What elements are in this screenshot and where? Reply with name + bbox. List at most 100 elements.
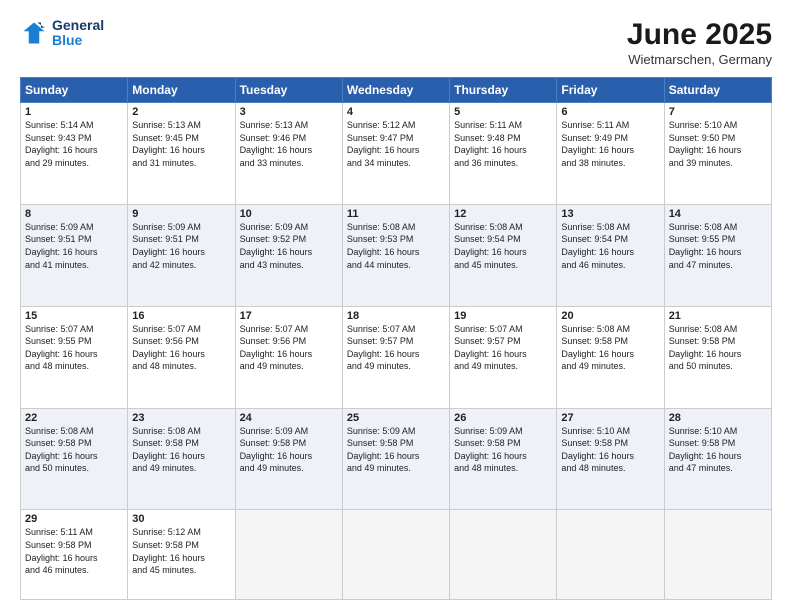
- day-cell: 22Sunrise: 5:08 AM Sunset: 9:58 PM Dayli…: [21, 408, 128, 510]
- day-cell: 10Sunrise: 5:09 AM Sunset: 9:52 PM Dayli…: [235, 204, 342, 306]
- day-cell: 27Sunrise: 5:10 AM Sunset: 9:58 PM Dayli…: [557, 408, 664, 510]
- day-number: 3: [240, 106, 338, 118]
- day-info: Sunrise: 5:09 AM Sunset: 9:58 PM Dayligh…: [240, 425, 338, 475]
- day-info: Sunrise: 5:08 AM Sunset: 9:53 PM Dayligh…: [347, 221, 445, 271]
- day-number: 17: [240, 310, 338, 322]
- day-info: Sunrise: 5:14 AM Sunset: 9:43 PM Dayligh…: [25, 119, 123, 169]
- day-cell: [664, 510, 771, 600]
- day-cell: 13Sunrise: 5:08 AM Sunset: 9:54 PM Dayli…: [557, 204, 664, 306]
- day-number: 22: [25, 412, 123, 424]
- col-header-sunday: Sunday: [21, 78, 128, 103]
- logo-line1: General: [52, 18, 104, 33]
- day-cell: [557, 510, 664, 600]
- day-info: Sunrise: 5:12 AM Sunset: 9:58 PM Dayligh…: [132, 526, 230, 576]
- day-number: 14: [669, 208, 767, 220]
- day-cell: 7Sunrise: 5:10 AM Sunset: 9:50 PM Daylig…: [664, 103, 771, 205]
- day-info: Sunrise: 5:08 AM Sunset: 9:58 PM Dayligh…: [561, 323, 659, 373]
- day-number: 13: [561, 208, 659, 220]
- day-cell: [342, 510, 449, 600]
- day-cell: 8Sunrise: 5:09 AM Sunset: 9:51 PM Daylig…: [21, 204, 128, 306]
- day-cell: 17Sunrise: 5:07 AM Sunset: 9:56 PM Dayli…: [235, 306, 342, 408]
- header: General Blue June 2025 Wietmarschen, Ger…: [20, 18, 772, 67]
- day-cell: 12Sunrise: 5:08 AM Sunset: 9:54 PM Dayli…: [450, 204, 557, 306]
- day-info: Sunrise: 5:10 AM Sunset: 9:58 PM Dayligh…: [669, 425, 767, 475]
- day-info: Sunrise: 5:09 AM Sunset: 9:58 PM Dayligh…: [347, 425, 445, 475]
- day-cell: 15Sunrise: 5:07 AM Sunset: 9:55 PM Dayli…: [21, 306, 128, 408]
- day-cell: 23Sunrise: 5:08 AM Sunset: 9:58 PM Dayli…: [128, 408, 235, 510]
- day-cell: 2Sunrise: 5:13 AM Sunset: 9:45 PM Daylig…: [128, 103, 235, 205]
- title-block: June 2025 Wietmarschen, Germany: [627, 18, 772, 67]
- logo-text: General Blue: [52, 18, 104, 49]
- day-number: 8: [25, 208, 123, 220]
- day-cell: 4Sunrise: 5:12 AM Sunset: 9:47 PM Daylig…: [342, 103, 449, 205]
- col-header-thursday: Thursday: [450, 78, 557, 103]
- week-row: 8Sunrise: 5:09 AM Sunset: 9:51 PM Daylig…: [21, 204, 772, 306]
- day-info: Sunrise: 5:09 AM Sunset: 9:51 PM Dayligh…: [132, 221, 230, 271]
- day-number: 10: [240, 208, 338, 220]
- day-number: 16: [132, 310, 230, 322]
- day-info: Sunrise: 5:11 AM Sunset: 9:48 PM Dayligh…: [454, 119, 552, 169]
- day-cell: [235, 510, 342, 600]
- day-number: 4: [347, 106, 445, 118]
- day-cell: 9Sunrise: 5:09 AM Sunset: 9:51 PM Daylig…: [128, 204, 235, 306]
- day-number: 18: [347, 310, 445, 322]
- day-cell: 18Sunrise: 5:07 AM Sunset: 9:57 PM Dayli…: [342, 306, 449, 408]
- day-info: Sunrise: 5:11 AM Sunset: 9:49 PM Dayligh…: [561, 119, 659, 169]
- col-header-tuesday: Tuesday: [235, 78, 342, 103]
- day-cell: 16Sunrise: 5:07 AM Sunset: 9:56 PM Dayli…: [128, 306, 235, 408]
- day-number: 11: [347, 208, 445, 220]
- col-header-monday: Monday: [128, 78, 235, 103]
- day-info: Sunrise: 5:09 AM Sunset: 9:51 PM Dayligh…: [25, 221, 123, 271]
- day-info: Sunrise: 5:12 AM Sunset: 9:47 PM Dayligh…: [347, 119, 445, 169]
- day-info: Sunrise: 5:13 AM Sunset: 9:45 PM Dayligh…: [132, 119, 230, 169]
- header-row: SundayMondayTuesdayWednesdayThursdayFrid…: [21, 78, 772, 103]
- day-number: 12: [454, 208, 552, 220]
- day-number: 23: [132, 412, 230, 424]
- day-number: 7: [669, 106, 767, 118]
- day-info: Sunrise: 5:07 AM Sunset: 9:56 PM Dayligh…: [132, 323, 230, 373]
- day-cell: 24Sunrise: 5:09 AM Sunset: 9:58 PM Dayli…: [235, 408, 342, 510]
- logo-icon: [20, 19, 48, 47]
- day-cell: 5Sunrise: 5:11 AM Sunset: 9:48 PM Daylig…: [450, 103, 557, 205]
- day-number: 6: [561, 106, 659, 118]
- page: General Blue June 2025 Wietmarschen, Ger…: [0, 0, 792, 612]
- day-number: 26: [454, 412, 552, 424]
- week-row: 22Sunrise: 5:08 AM Sunset: 9:58 PM Dayli…: [21, 408, 772, 510]
- col-header-friday: Friday: [557, 78, 664, 103]
- day-cell: 3Sunrise: 5:13 AM Sunset: 9:46 PM Daylig…: [235, 103, 342, 205]
- day-info: Sunrise: 5:09 AM Sunset: 9:58 PM Dayligh…: [454, 425, 552, 475]
- col-header-wednesday: Wednesday: [342, 78, 449, 103]
- day-number: 19: [454, 310, 552, 322]
- day-number: 30: [132, 513, 230, 525]
- day-cell: 11Sunrise: 5:08 AM Sunset: 9:53 PM Dayli…: [342, 204, 449, 306]
- day-info: Sunrise: 5:09 AM Sunset: 9:52 PM Dayligh…: [240, 221, 338, 271]
- day-number: 5: [454, 106, 552, 118]
- day-cell: 1Sunrise: 5:14 AM Sunset: 9:43 PM Daylig…: [21, 103, 128, 205]
- week-row: 15Sunrise: 5:07 AM Sunset: 9:55 PM Dayli…: [21, 306, 772, 408]
- day-info: Sunrise: 5:07 AM Sunset: 9:56 PM Dayligh…: [240, 323, 338, 373]
- day-cell: 20Sunrise: 5:08 AM Sunset: 9:58 PM Dayli…: [557, 306, 664, 408]
- day-info: Sunrise: 5:07 AM Sunset: 9:57 PM Dayligh…: [347, 323, 445, 373]
- day-number: 28: [669, 412, 767, 424]
- day-info: Sunrise: 5:08 AM Sunset: 9:58 PM Dayligh…: [132, 425, 230, 475]
- day-number: 9: [132, 208, 230, 220]
- day-info: Sunrise: 5:08 AM Sunset: 9:58 PM Dayligh…: [25, 425, 123, 475]
- day-info: Sunrise: 5:13 AM Sunset: 9:46 PM Dayligh…: [240, 119, 338, 169]
- day-number: 21: [669, 310, 767, 322]
- day-info: Sunrise: 5:11 AM Sunset: 9:58 PM Dayligh…: [25, 526, 123, 576]
- day-number: 1: [25, 106, 123, 118]
- day-cell: 19Sunrise: 5:07 AM Sunset: 9:57 PM Dayli…: [450, 306, 557, 408]
- day-cell: 28Sunrise: 5:10 AM Sunset: 9:58 PM Dayli…: [664, 408, 771, 510]
- day-cell: 25Sunrise: 5:09 AM Sunset: 9:58 PM Dayli…: [342, 408, 449, 510]
- day-cell: 30Sunrise: 5:12 AM Sunset: 9:58 PM Dayli…: [128, 510, 235, 600]
- logo: General Blue: [20, 18, 104, 49]
- day-number: 24: [240, 412, 338, 424]
- day-number: 25: [347, 412, 445, 424]
- day-info: Sunrise: 5:07 AM Sunset: 9:55 PM Dayligh…: [25, 323, 123, 373]
- day-number: 20: [561, 310, 659, 322]
- day-info: Sunrise: 5:08 AM Sunset: 9:55 PM Dayligh…: [669, 221, 767, 271]
- day-info: Sunrise: 5:07 AM Sunset: 9:57 PM Dayligh…: [454, 323, 552, 373]
- day-number: 15: [25, 310, 123, 322]
- day-cell: 14Sunrise: 5:08 AM Sunset: 9:55 PM Dayli…: [664, 204, 771, 306]
- day-number: 2: [132, 106, 230, 118]
